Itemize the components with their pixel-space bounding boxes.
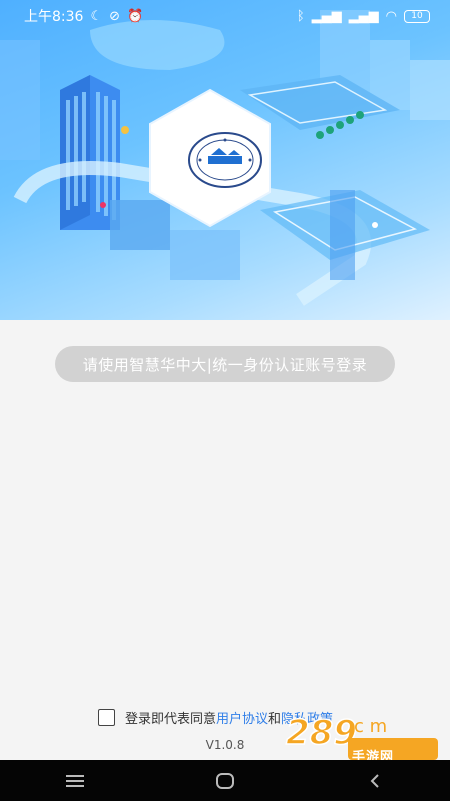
back-button[interactable] [345,760,405,801]
watermark-suffix: c m [354,716,387,737]
signal-icon: ▂▄▆ [311,8,342,24]
navigation-bar [0,760,450,801]
bluetooth-icon: ᛒ [296,8,305,24]
user-agreement-link[interactable]: 用户协议 [216,712,268,727]
agreement-prefix: 登录即代表同意 [125,711,217,727]
alarm-icon: ⏰ [127,8,144,24]
moon-icon: ☾ [90,8,103,24]
university-emblem-icon [188,132,262,188]
battery-icon: 10 [404,9,430,23]
battery-level: 10 [411,11,423,21]
wifi-icon: ◠ [385,8,397,24]
menu-button[interactable] [45,760,105,801]
no-data-icon: ⊘ [109,8,121,24]
watermark-brand: 289 [286,713,357,753]
agreement-checkbox[interactable] [98,708,115,726]
home-icon [216,772,234,789]
signal-icon: ▂▄▆ [348,8,379,24]
agreement-conjunction: 和 [268,711,282,727]
back-icon [370,773,379,788]
home-button[interactable] [195,760,255,801]
status-time: 上午8:36 [24,9,84,25]
menu-icon [66,774,84,787]
status-bar: 上午8:36 ☾ ⊘ ⏰ ᛒ ▂▄▆ ▂▄▆ ◠ 10 [0,0,450,32]
login-button[interactable]: 请使用智慧华中大|统一身份认证账号登录 [55,346,395,382]
